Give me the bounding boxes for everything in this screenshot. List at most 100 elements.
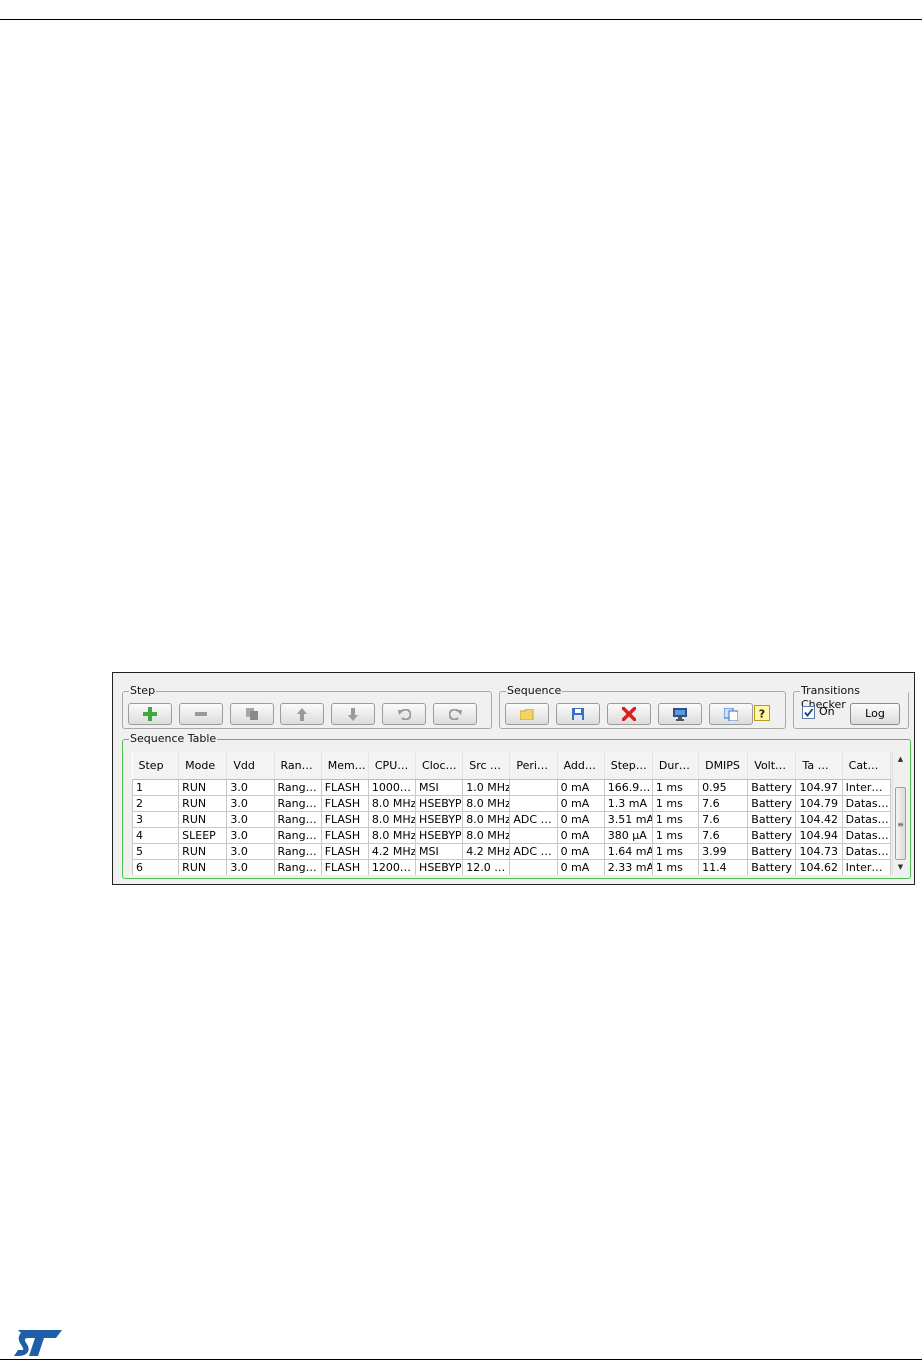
table-cell[interactable]: 166.9… [603,779,653,796]
scroll-thumb[interactable]: ≡ [895,787,906,860]
table-cell[interactable]: 2 [132,795,180,812]
undo-button[interactable] [382,703,426,725]
table-cell[interactable]: Inter… [841,859,891,875]
table-cell[interactable]: 4.2 MHz [462,843,511,860]
table-cell[interactable]: FLASH [320,779,369,796]
table-cell[interactable]: 0 mA [556,779,605,796]
table-cell[interactable]: HSEBYP [415,827,464,844]
column-header[interactable]: Peri… [509,751,558,780]
table-cell[interactable]: RUN [178,811,228,828]
table-row[interactable]: 4 SLEEP 3.0 Rang… FLASH 8.0 MHz HSEBYP 8.0 MHz 0… [132,827,891,844]
table-cell[interactable]: Rang… [273,843,322,860]
table-cell[interactable]: 1000… [367,779,417,796]
table-cell[interactable]: 3.0 [226,859,275,875]
redo-button[interactable] [433,703,477,725]
compare-sequence-button[interactable] [709,703,753,725]
table-cell[interactable]: RUN [178,843,228,860]
table-cell[interactable]: Battery [747,811,797,828]
table-cell[interactable]: 3.0 [226,827,275,844]
table-cell[interactable]: 7.6 [698,795,749,812]
column-header[interactable]: Src … [462,751,511,780]
table-cell[interactable] [509,859,558,875]
table-cell[interactable]: 0 mA [556,843,605,860]
table-cell[interactable]: Datas… [841,795,891,812]
vertical-scrollbar[interactable]: ▲ ≡ ▼ [892,751,907,875]
table-cell[interactable]: Rang… [273,795,322,812]
table-cell[interactable]: 8.0 MHz [462,811,511,828]
column-header[interactable]: Cat… [842,751,891,780]
add-step-button[interactable] [128,703,172,725]
table-cell[interactable]: 8.0 MHz [462,827,511,844]
table-cell[interactable]: Inter… [841,779,891,796]
table-row[interactable]: 3 RUN 3.0 Rang… FLASH 8.0 MHz HSEBYP 8.0 MHz ADC… [132,811,891,828]
move-down-button[interactable] [331,703,375,725]
table-cell[interactable] [509,827,558,844]
table-cell[interactable]: 1.3 mA [603,795,653,812]
scroll-up-icon[interactable]: ▲ [893,751,908,767]
move-up-button[interactable] [280,703,324,725]
table-cell[interactable]: RUN [178,779,228,796]
table-cell[interactable]: 4.2 MHz [367,843,417,860]
table-row[interactable]: 2 RUN 3.0 Rang… FLASH 8.0 MHz HSEBYP 8.0 MHz 0 m… [132,795,891,812]
table-cell[interactable]: 104.42 [795,811,843,828]
column-header[interactable]: Cloc… [415,751,464,780]
column-header[interactable]: Vdd [226,751,275,780]
table-cell[interactable]: 12.0 … [462,859,511,875]
remove-step-button[interactable] [179,703,223,725]
table-cell[interactable]: 104.62 [795,859,843,875]
table-cell[interactable]: 4 [132,827,180,844]
table-cell[interactable]: 1.64 mA [603,843,653,860]
table-row[interactable]: 1 RUN 3.0 Rang… FLASH 1000… MSI 1.0 MHz 0 mA 166.… [132,779,891,796]
table-cell[interactable]: Datas… [841,811,891,828]
table-cell[interactable]: Datas… [841,843,891,860]
help-icon[interactable]: ? [754,705,770,721]
table-cell[interactable]: 1 ms [651,843,700,860]
table-cell[interactable]: 3 [132,811,180,828]
table-cell[interactable]: ADC … [509,843,558,860]
column-header[interactable]: Ta … [795,751,843,780]
table-cell[interactable]: 11.4 [698,859,749,875]
table-cell[interactable]: RUN [178,859,228,875]
table-cell[interactable]: ADC … [509,811,558,828]
table-cell[interactable]: 3.99 [698,843,749,860]
table-row[interactable]: 6 RUN 3.0 Rang… FLASH 1200… HSEBYP 12.0 … 0 mA 2.… [132,859,891,875]
table-cell[interactable]: Battery [747,795,797,812]
column-header[interactable]: Step… [604,751,653,780]
column-header[interactable]: CPU… [368,751,417,780]
table-cell[interactable]: 8.0 MHz [462,795,511,812]
table-cell[interactable]: Rang… [273,859,322,875]
table-cell[interactable]: MSI [415,843,464,860]
column-header[interactable]: Step [132,751,180,780]
table-cell[interactable]: 3.0 [226,811,275,828]
table-cell[interactable] [509,795,558,812]
table-cell[interactable]: 3.0 [226,779,275,796]
table-cell[interactable]: SLEEP [178,827,228,844]
table-cell[interactable]: 104.79 [795,795,843,812]
table-cell[interactable]: 1.0 MHz [462,779,511,796]
delete-sequence-button[interactable] [607,703,651,725]
column-header[interactable]: Dur… [652,751,700,780]
table-cell[interactable]: 7.6 [698,811,749,828]
table-cell[interactable]: 104.73 [795,843,843,860]
table-cell[interactable]: 1 ms [651,779,700,796]
table-row[interactable]: 5 RUN 3.0 Rang… FLASH 4.2 MHz MSI 4.2 MHz ADC … 0… [132,843,891,860]
table-cell[interactable]: RUN [178,795,228,812]
table-cell[interactable] [509,779,558,796]
column-header[interactable]: Ran… [274,751,322,780]
table-cell[interactable]: Rang… [273,779,322,796]
table-cell[interactable]: FLASH [320,795,369,812]
open-sequence-button[interactable] [505,703,549,725]
table-cell[interactable]: Rang… [273,827,322,844]
scroll-down-icon[interactable]: ▼ [893,859,908,875]
save-sequence-button[interactable] [556,703,600,725]
table-cell[interactable]: Battery [747,827,797,844]
table-cell[interactable]: Battery [747,859,797,875]
column-header[interactable]: Mem… [321,751,369,780]
transitions-on-checkbox[interactable] [802,706,815,719]
table-cell[interactable]: FLASH [320,811,369,828]
table-cell[interactable]: 1 ms [651,795,700,812]
table-cell[interactable]: 6 [132,859,180,875]
table-cell[interactable]: 1 ms [651,827,700,844]
table-cell[interactable]: 104.97 [795,779,843,796]
column-header[interactable]: Add… [557,751,605,780]
